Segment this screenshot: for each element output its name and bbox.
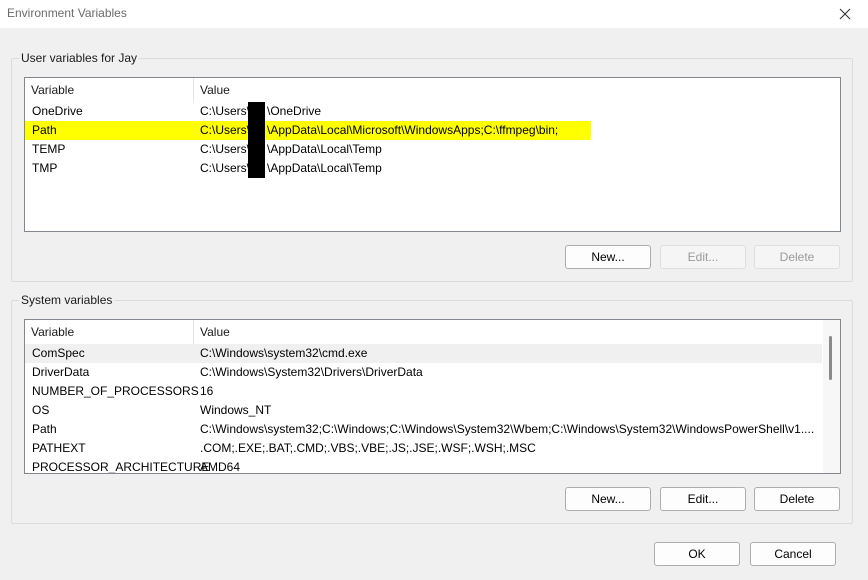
system-column-variable[interactable]: Variable <box>25 320 194 344</box>
user-column-value[interactable]: Value <box>194 78 594 102</box>
close-icon <box>839 8 851 20</box>
system-row-value: C:\Windows\system32;C:\Windows;C:\Window… <box>200 422 815 436</box>
redaction-block <box>248 140 265 159</box>
system-variables-list[interactable]: Variable Value ComSpec C:\Windows\system… <box>24 319 841 474</box>
user-row-variable: TMP <box>32 161 58 175</box>
user-edit-button[interactable]: Edit... <box>660 245 746 269</box>
system-row-value: Windows_NT <box>200 403 272 417</box>
user-row-variable: OneDrive <box>32 104 83 118</box>
redaction-block <box>248 102 265 121</box>
scroll-thumb[interactable] <box>829 336 832 380</box>
user-variables-group: User variables for Jay Variable Value On… <box>11 51 853 282</box>
user-row-selected[interactable]: Path C:\Users\ \AppData\Local\Microsoft\W… <box>25 121 591 140</box>
system-row[interactable]: PATHEXT .COM;.EXE;.BAT;.CMD;.VBS;.VBE;.J… <box>25 439 822 458</box>
user-new-button[interactable]: New... <box>565 245 651 269</box>
system-row-variable: ComSpec <box>32 346 85 360</box>
ok-button[interactable]: OK <box>654 542 740 566</box>
system-row[interactable]: PROCESSOR_ARCHITECTURE AMD64 <box>25 458 822 474</box>
system-column-value[interactable]: Value <box>194 320 594 344</box>
user-delete-button[interactable]: Delete <box>754 245 840 269</box>
user-column-variable[interactable]: Variable <box>25 78 194 102</box>
user-row-variable: TEMP <box>32 142 66 156</box>
system-row-variable: PATHEXT <box>32 441 86 455</box>
system-row-value: C:\Windows\system32\cmd.exe <box>200 346 368 360</box>
system-row-variable: NUMBER_OF_PROCESSORS <box>32 384 199 398</box>
system-row[interactable]: NUMBER_OF_PROCESSORS 16 <box>25 382 822 401</box>
system-delete-button[interactable]: Delete <box>754 487 840 511</box>
system-row[interactable]: ComSpec C:\Windows\system32\cmd.exe <box>25 344 822 363</box>
user-row-variable: Path <box>32 123 57 137</box>
system-row-value: C:\Windows\System32\Drivers\DriverData <box>200 365 423 379</box>
system-row-variable: OS <box>32 403 50 417</box>
close-button[interactable] <box>822 0 868 28</box>
user-variables-label: User variables for Jay <box>19 51 140 65</box>
system-row-variable: Path <box>32 422 57 436</box>
system-row-value: .COM;.EXE;.BAT;.CMD;.VBS;.VBE;.JS;.JSE;.… <box>200 441 536 455</box>
redaction-block <box>248 121 265 140</box>
cancel-button[interactable]: Cancel <box>750 542 836 566</box>
system-list-header: Variable Value <box>25 320 840 344</box>
system-list-scrollbar[interactable] <box>823 320 840 473</box>
user-row[interactable]: OneDrive C:\Users\ \OneDrive <box>25 102 625 121</box>
system-variables-label: System variables <box>19 293 115 307</box>
title-bar: Environment Variables <box>0 0 868 28</box>
user-list-header: Variable Value <box>25 78 840 102</box>
user-row-value: C:\Users\ \AppData\Local\Temp <box>200 161 382 175</box>
system-row-variable: DriverData <box>32 365 90 379</box>
system-row[interactable]: Path C:\Windows\system32;C:\Windows;C:\W… <box>25 420 822 439</box>
system-variables-group: System variables Variable Value ComSpec … <box>11 293 853 524</box>
user-row-value: C:\Users\ \AppData\Local\Temp <box>200 142 382 156</box>
user-row[interactable]: TEMP C:\Users\ \AppData\Local\Temp <box>25 140 625 159</box>
system-new-button[interactable]: New... <box>565 487 651 511</box>
system-row-value: 16 <box>200 384 214 398</box>
system-edit-button[interactable]: Edit... <box>660 487 746 511</box>
system-row[interactable]: DriverData C:\Windows\System32\Drivers\D… <box>25 363 822 382</box>
redaction-block <box>248 159 265 178</box>
user-row[interactable]: TMP C:\Users\ \AppData\Local\Temp <box>25 159 625 178</box>
user-variables-list[interactable]: Variable Value OneDrive C:\Users\ \OneDri… <box>24 77 841 232</box>
system-row-variable: PROCESSOR_ARCHITECTURE <box>32 460 210 474</box>
system-row-value: AMD64 <box>200 460 241 474</box>
window-title: Environment Variables <box>7 6 127 20</box>
system-row[interactable]: OS Windows_NT <box>25 401 822 420</box>
